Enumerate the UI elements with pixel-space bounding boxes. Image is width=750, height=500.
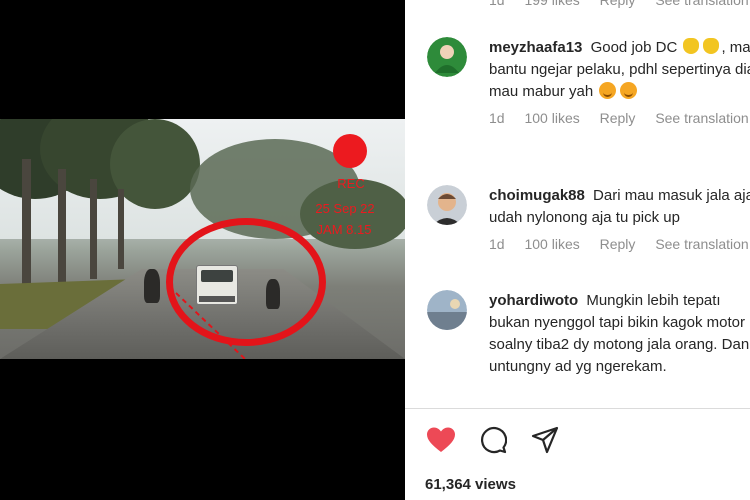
comment-text: choimugak88 Dari mau masuk jala aja udah… [489,185,750,229]
comment-time: 1d [489,0,505,8]
comment-username[interactable]: meyzhaafa13 [489,39,582,56]
reply-button[interactable]: Reply [600,0,636,8]
avatar[interactable] [427,37,467,77]
comment-time: 1d [489,236,505,252]
avatar[interactable] [427,290,467,330]
user-avatar-icon [427,290,467,330]
rec-date: 25 Sep 22 [315,201,375,216]
comments-pane: 1d 199 likes Reply See translation meyzh… [405,0,750,500]
comment-bubble-icon [480,427,507,454]
like-button[interactable] [425,424,457,456]
comment-meta: 1d 100 likes Reply See translation [489,236,750,252]
divider [405,408,750,409]
post-actions-bar [425,422,561,458]
highlight-circle [166,218,326,346]
views-count: 61,364 views [425,476,516,493]
previous-comment-meta: 1d 199 likes Reply See translation [489,0,750,8]
see-translation-button[interactable]: See translation [655,110,748,126]
share-button[interactable] [529,424,561,456]
comment-likes[interactable]: 199 likes [524,0,579,8]
avatar[interactable] [427,185,467,225]
rec-label: REC [337,176,365,191]
laughing-face-icon [620,82,638,99]
comment-body: choimugak88 Dari mau masuk jala aja udah… [489,185,750,252]
comment-likes[interactable]: 100 likes [524,236,579,252]
rec-dot-icon [333,134,367,168]
media-pane: REC 25 Sep 22 JAM 8.15 [0,0,405,500]
video-motorcyclist [144,269,160,303]
comment-username[interactable]: choimugak88 [489,187,585,204]
clapping-hands-icon [703,38,720,54]
comment-meta: 1d 100 likes Reply See translation [489,110,750,126]
reply-button[interactable]: Reply [600,110,636,126]
video-trunk [22,159,31,299]
see-translation-button[interactable]: See translation [655,0,748,8]
comment-text: yohardiwoto Mungkin lebih tepatı bukan n… [489,290,750,378]
comment-text-start: Good job DC [590,39,678,56]
user-avatar-icon [427,185,467,225]
user-avatar-icon [427,37,467,77]
comment-likes[interactable]: 100 likes [524,110,579,126]
comment-body: meyzhaafa13 Good job DC , mau bantu ngej… [489,37,750,126]
clapping-hands-icon [683,38,700,54]
rec-time: JAM 8.15 [316,222,372,237]
video-trunk [118,189,124,269]
reply-button[interactable]: Reply [600,236,636,252]
video-trunk [90,179,97,279]
comment-button[interactable] [477,424,509,456]
comment-body: yohardiwoto Mungkin lebih tepatı bukan n… [489,290,750,378]
comment-username[interactable]: yohardiwoto [489,292,578,309]
laughing-face-icon [599,82,617,99]
video-trunk [58,169,66,289]
comment-text: meyzhaafa13 Good job DC , mau bantu ngej… [489,37,750,103]
see-translation-button[interactable]: See translation [655,236,748,252]
comment-time: 1d [489,110,505,126]
heart-icon [427,427,455,452]
send-icon [531,426,559,454]
